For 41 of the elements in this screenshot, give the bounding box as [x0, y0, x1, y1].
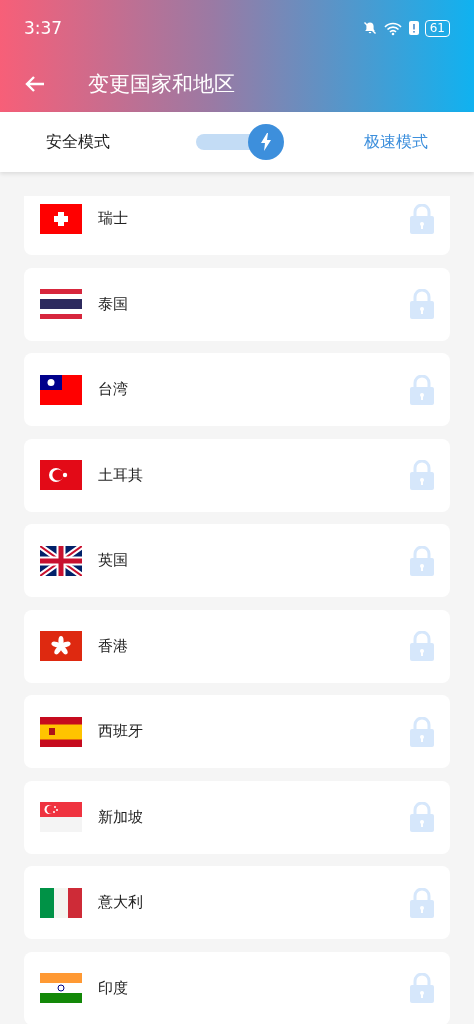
- flag-icon: [40, 973, 82, 1003]
- country-name: 土耳其: [98, 465, 144, 485]
- fast-mode-label: 极速模式: [364, 131, 428, 153]
- mode-toggle[interactable]: [196, 123, 284, 161]
- country-name: 西班牙: [98, 722, 144, 741]
- country-name: 台湾: [98, 380, 129, 399]
- country-name: 香港: [98, 636, 129, 656]
- flag-icon: [40, 716, 82, 747]
- country-item[interactable]: 泰国: [24, 267, 450, 341]
- country-name: 英国: [98, 551, 129, 570]
- status-time: 3:37: [24, 18, 63, 38]
- wifi-icon: [382, 20, 403, 36]
- country-item[interactable]: 西班牙: [24, 695, 450, 768]
- toggle-thumb[interactable]: [248, 124, 284, 160]
- flag-icon: [40, 289, 82, 319]
- country-name: 印度: [98, 978, 129, 998]
- country-item[interactable]: 新加坡: [24, 780, 450, 854]
- country-item[interactable]: 土耳其: [24, 438, 450, 512]
- page-title: 变更国家和地区: [88, 71, 235, 98]
- muted-bell-icon: [362, 21, 377, 35]
- country-name: 瑞士: [98, 209, 129, 228]
- country-item[interactable]: 瑞士: [24, 196, 450, 255]
- flag-icon: [40, 374, 82, 405]
- country-item[interactable]: 印度: [24, 951, 450, 1024]
- battery-indicator: 61: [424, 19, 450, 37]
- country-item[interactable]: 台湾: [24, 353, 450, 426]
- safe-mode-label: 安全模式: [46, 131, 110, 153]
- flag-icon: [40, 887, 82, 918]
- flag-icon: [40, 802, 82, 832]
- country-item[interactable]: 意大利: [24, 866, 450, 939]
- alert-icon: [408, 21, 419, 35]
- country-item[interactable]: 香港: [24, 609, 450, 683]
- flag-icon: [40, 631, 82, 661]
- flag-icon: [40, 460, 82, 490]
- back-button[interactable]: [24, 75, 46, 93]
- country-name: 泰国: [98, 294, 129, 314]
- country-name: 新加坡: [98, 807, 144, 827]
- flag-icon: [40, 203, 82, 234]
- country-item[interactable]: 英国: [24, 524, 450, 597]
- country-name: 意大利: [98, 893, 144, 912]
- flag-icon: [40, 545, 82, 576]
